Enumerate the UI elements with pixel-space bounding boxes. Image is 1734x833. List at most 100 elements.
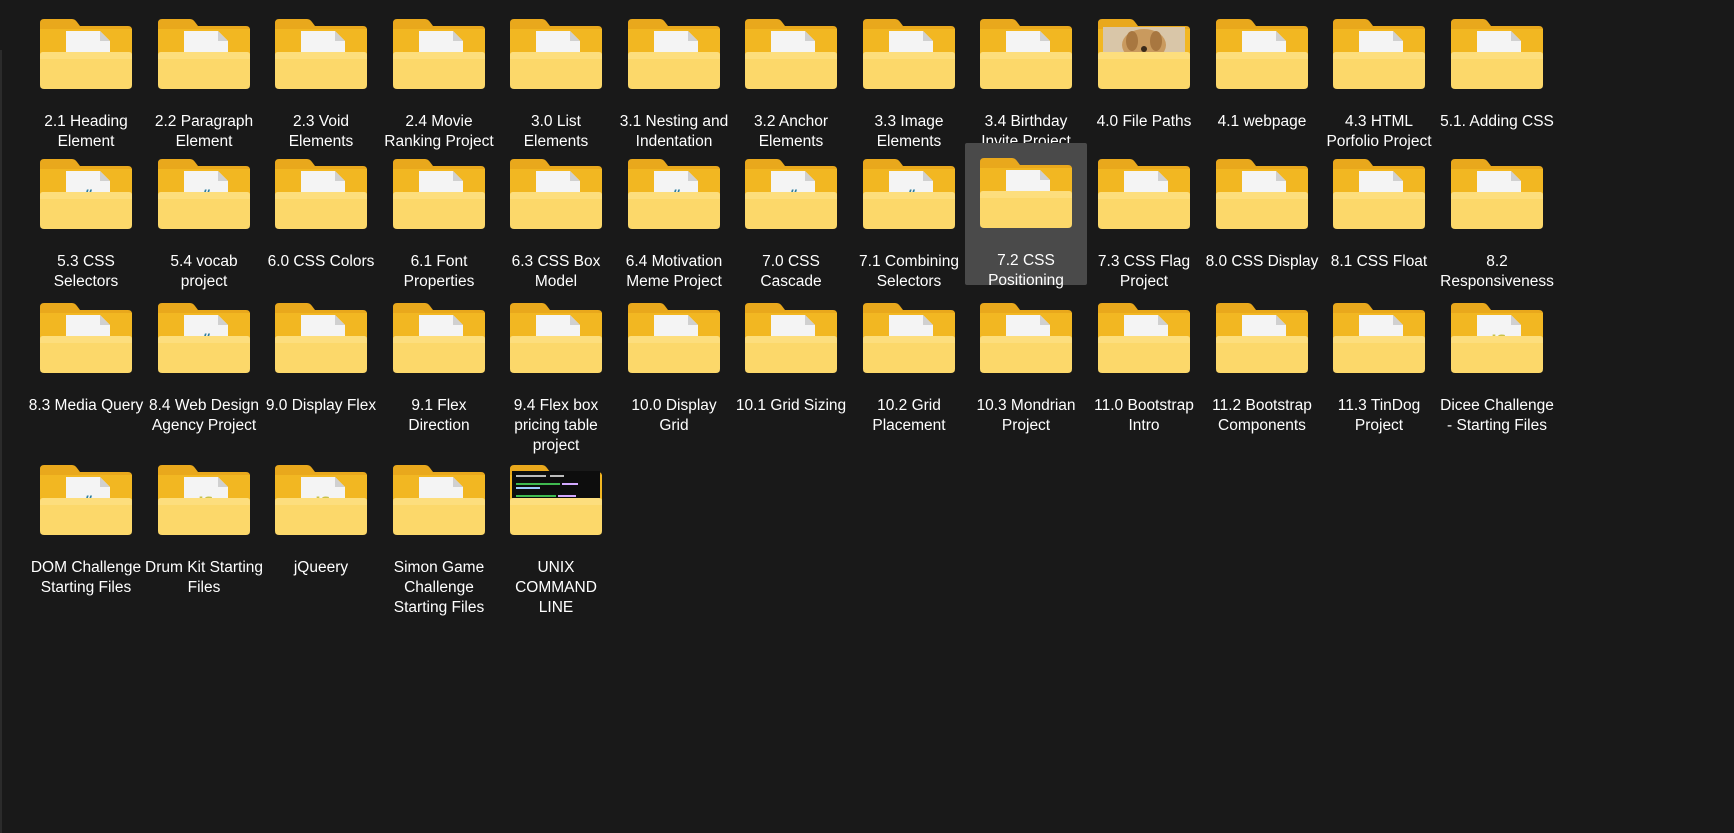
folder-thumbnail (978, 15, 1074, 92)
folder-item[interactable]: 9.1 Flex Direction (378, 288, 500, 436)
folder-name: Drum Kit Starting Files (145, 559, 264, 596)
folder-icon: JS (158, 465, 250, 535)
folder-thumbnail: JS (1449, 299, 1545, 376)
folder-thumbnail (38, 299, 134, 376)
folder-thumbnail (508, 461, 604, 538)
folder-thumbnail (1331, 299, 1427, 376)
folder-item[interactable]: 2.3 Void Elements (260, 4, 382, 152)
folder-thumbnail (508, 155, 604, 232)
folder-item[interactable]: 8.2 Responsiveness (1436, 144, 1558, 292)
folder-item[interactable]: 8.3 Media Query (25, 288, 147, 416)
folder-icon (1451, 19, 1543, 89)
folder-thumbnail (1096, 15, 1192, 92)
folder-thumbnail (38, 15, 134, 92)
folder-item[interactable]: #8.4 Web Design Agency Project (143, 288, 265, 436)
folder-item[interactable]: 2.2 Paragraph Element (143, 4, 265, 152)
folder-item[interactable]: 2.4 Movie Ranking Project (378, 4, 500, 152)
folder-item[interactable]: 3.2 Anchor Elements (730, 4, 852, 152)
folder-item[interactable]: 3.4 Birthday Invite Project (965, 4, 1087, 152)
folder-thumbnail (273, 155, 369, 232)
folder-item[interactable]: 10.2 Grid Placement (848, 288, 970, 436)
folder-icon (393, 465, 485, 535)
folder-item[interactable]: 6.3 CSS Box Model (495, 144, 617, 292)
folder-icon (510, 303, 602, 373)
folder-thumbnail: JS (273, 461, 369, 538)
folder-item[interactable]: 8.1 CSS Float (1318, 144, 1440, 272)
folder-item[interactable]: Simon Game Challenge Starting Files (378, 450, 500, 618)
folder-item[interactable]: # DOM Challenge Starting Files (25, 450, 147, 598)
folder-name: 11.2 Bootstrap Components (1212, 397, 1312, 434)
folder-icon: JS (275, 465, 367, 535)
folder-item[interactable]: 8.0 CSS Display (1201, 144, 1323, 272)
folder-thumbnail (1096, 155, 1192, 232)
folder-icon: JS (1451, 303, 1543, 373)
folder-icon (1216, 303, 1308, 373)
folder-thumbnail (743, 15, 839, 92)
folder-icon (1216, 19, 1308, 89)
folder-item[interactable]: 10.0 Display Grid (613, 288, 735, 436)
folder-name: 7.0 CSS Cascade (760, 253, 822, 290)
folder-name: 9.0 Display Flex (265, 397, 377, 414)
folder-icon (275, 19, 367, 89)
folder-name: Dicee Challenge - Starting Files (1440, 397, 1554, 434)
folder-icon: # (158, 303, 250, 373)
folder-thumbnail (273, 299, 369, 376)
folder-thumbnail: # (156, 299, 252, 376)
folder-item[interactable]: 3.0 List Elements (495, 4, 617, 152)
folder-item[interactable]: 3.1 Nesting and Indentation (613, 4, 735, 152)
folder-thumbnail: JS (156, 461, 252, 538)
folder-item[interactable]: 9.4 Flex box pricing table project (495, 288, 617, 456)
folder-item[interactable]: 4.3 HTML Porfolio Project (1318, 4, 1440, 152)
folder-icon: # (863, 159, 955, 229)
folder-item[interactable]: 6.1 Font Properties (378, 144, 500, 292)
folder-name: 5.1. Adding CSS (1440, 113, 1554, 130)
folder-thumbnail (626, 299, 722, 376)
folder-icon (1216, 159, 1308, 229)
folder-item[interactable]: 11.2 Bootstrap Components (1201, 288, 1323, 436)
folder-item[interactable]: #5.3 CSS Selectors (25, 144, 147, 292)
folder-item[interactable]: 10.3 Mondrian Project (965, 288, 1087, 436)
folder-icon (393, 303, 485, 373)
folder-item[interactable]: 4.0 File Paths (1083, 4, 1205, 132)
folder-icon: # (40, 465, 132, 535)
folder-icon: # (158, 159, 250, 229)
folder-thumbnail (743, 299, 839, 376)
folder-item[interactable]: #5.4 vocab project (143, 144, 265, 292)
folder-thumbnail (978, 299, 1074, 376)
folder-thumbnail (1449, 155, 1545, 232)
folder-item[interactable]: 6.0 CSS Colors (260, 144, 382, 272)
folder-thumbnail (861, 299, 957, 376)
folder-item[interactable]: JS Dicee Challenge - Starting Files (1436, 288, 1558, 436)
folder-item[interactable]: JS Drum Kit Starting Files (143, 450, 265, 598)
folder-icon (158, 19, 250, 89)
folder-item[interactable]: #6.4 Motivation Meme Project (613, 144, 735, 292)
folder-thumbnail (156, 15, 252, 92)
folder-item[interactable]: UNIX COMMAND LINE (495, 450, 617, 618)
file-explorer-view: 2.1 Heading Element 2.2 Paragraph Element… (0, 0, 1734, 833)
folder-item[interactable]: 3.3 Image Elements (848, 4, 970, 152)
folder-item[interactable]: 5.1. Adding CSS (1436, 4, 1558, 132)
folder-item[interactable]: 7.3 CSS Flag Project (1083, 144, 1205, 292)
folder-item[interactable]: 11.3 TinDog Project (1318, 288, 1440, 436)
folder-thumbnail (508, 15, 604, 92)
folder-icon: # (40, 159, 132, 229)
folder-name: 8.2 Responsiveness (1440, 253, 1554, 290)
folder-item[interactable]: #7.1 Combining Selectors (848, 144, 970, 292)
folder-item[interactable]: 7.2 CSS Positioning (965, 143, 1087, 289)
folder-item[interactable]: 2.1 Heading Element (25, 4, 147, 152)
folder-item[interactable]: JS jQueery (260, 450, 382, 578)
folder-name: 6.0 CSS Colors (267, 253, 375, 270)
folder-icon (40, 303, 132, 373)
folder-name: 9.1 Flex Direction (408, 397, 470, 434)
folder-item[interactable]: 9.0 Display Flex (260, 288, 382, 416)
folder-name: 7.1 Combining Selectors (859, 253, 959, 290)
folder-name: 11.3 TinDog Project (1337, 397, 1421, 434)
folder-thumbnail (1096, 299, 1192, 376)
folder-icon (863, 19, 955, 89)
folder-item[interactable]: 11.0 Bootstrap Intro (1083, 288, 1205, 436)
folder-item[interactable]: 4.1 webpage (1201, 4, 1323, 132)
folder-item[interactable]: 10.1 Grid Sizing (730, 288, 852, 416)
folder-item[interactable]: #7.0 CSS Cascade (730, 144, 852, 292)
folder-thumbnail (978, 154, 1074, 231)
folder-name: 8.3 Media Query (28, 397, 144, 414)
